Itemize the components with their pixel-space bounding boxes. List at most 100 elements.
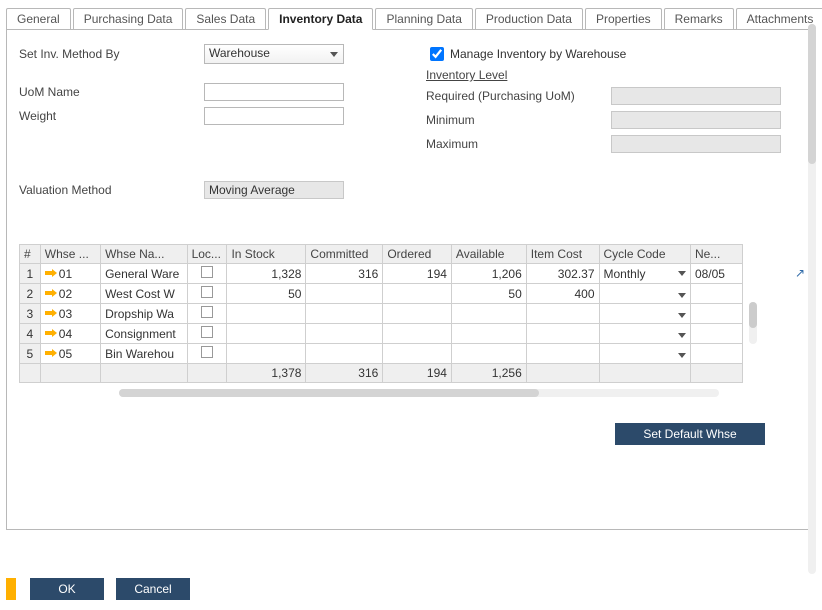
locked-checkbox[interactable] [201,306,213,318]
table-row[interactable]: 101General Ware1,3283161941,206302.37Mon… [20,264,743,284]
link-arrow-icon[interactable] [45,329,57,339]
row-index: 2 [20,284,41,304]
tab-purchasing[interactable]: Purchasing Data [73,8,184,29]
link-arrow-icon[interactable] [45,349,57,359]
set-inv-method-select[interactable]: Warehouse [204,44,344,64]
cell-cycle-code[interactable] [599,284,690,304]
cell-next: 08/05 [690,264,742,284]
cell-in-stock [227,344,306,364]
cell-in-stock [227,304,306,324]
cell-ordered [383,344,452,364]
cell-available: 1,206 [451,264,526,284]
cell-whse-code[interactable]: 02 [40,284,100,304]
total-in-stock: 1,378 [227,364,306,383]
ok-button[interactable]: OK [30,578,104,600]
tab-sales[interactable]: Sales Data [185,8,266,29]
footer-handle-icon [6,578,16,600]
form-col-right: Manage Inventory by Warehouse Inventory … [426,44,803,204]
tab-remarks[interactable]: Remarks [664,8,734,29]
tab-planning[interactable]: Planning Data [375,8,472,29]
manage-by-whse-checkbox[interactable] [430,47,444,61]
cell-locked[interactable] [187,264,227,284]
tab-properties[interactable]: Properties [585,8,662,29]
cell-locked[interactable] [187,284,227,304]
cell-available [451,324,526,344]
cell-available: 50 [451,284,526,304]
chevron-down-icon[interactable] [678,313,686,318]
cell-ordered: 194 [383,264,452,284]
footer-buttons: OK Cancel [6,578,190,600]
col-available[interactable]: Available [451,245,526,264]
col-in-stock[interactable]: In Stock [227,245,306,264]
inventory-level-title: Inventory Level [426,68,803,82]
valuation-method-value: Moving Average [209,183,295,197]
set-default-whse-button[interactable]: Set Default Whse [615,423,765,445]
row-index: 3 [20,304,41,324]
table-row[interactable]: 303Dropship Wa [20,304,743,324]
cell-whse-code[interactable]: 05 [40,344,100,364]
link-arrow-icon[interactable] [45,289,57,299]
cell-whse-name: Bin Warehou [101,344,188,364]
link-arrow-icon[interactable] [45,269,57,279]
col-locked[interactable]: Loc... [187,245,227,264]
cell-locked[interactable] [187,304,227,324]
cell-committed [306,324,383,344]
col-ordered[interactable]: Ordered [383,245,452,264]
locked-checkbox[interactable] [201,326,213,338]
col-whse-code[interactable]: Whse ... [40,245,100,264]
cell-whse-name: West Cost W [101,284,188,304]
col-idx[interactable]: # [20,245,41,264]
tab-production[interactable]: Production Data [475,8,583,29]
cell-next [690,324,742,344]
table-v-scrollbar[interactable] [749,302,757,344]
cell-cycle-code[interactable] [599,324,690,344]
cell-whse-name: Dropship Wa [101,304,188,324]
cell-cycle-code[interactable] [599,344,690,364]
cell-in-stock: 50 [227,284,306,304]
table-row[interactable]: 202West Cost W5050400 [20,284,743,304]
table-h-scrollbar[interactable] [119,389,719,397]
locked-checkbox[interactable] [201,346,213,358]
window-v-scrollbar[interactable] [808,24,816,574]
uom-name-label: UoM Name [19,85,204,99]
chevron-down-icon[interactable] [678,293,686,298]
locked-checkbox[interactable] [201,286,213,298]
form-col-left: Set Inv. Method By Warehouse UoM Name We… [19,44,396,204]
uom-name-input[interactable] [204,83,344,101]
tab-general[interactable]: General [6,8,71,29]
cell-locked[interactable] [187,324,227,344]
inventory-tab-content: Set Inv. Method By Warehouse UoM Name We… [6,30,816,530]
inventory-window: General Purchasing Data Sales Data Inven… [0,0,822,610]
chevron-down-icon[interactable] [678,271,686,276]
cell-cycle-code[interactable]: Monthly [599,264,690,284]
col-next[interactable]: Ne... [690,245,742,264]
link-arrow-icon[interactable] [45,309,57,319]
cancel-button[interactable]: Cancel [116,578,190,600]
tab-inventory[interactable]: Inventory Data [268,8,373,30]
col-committed[interactable]: Committed [306,245,383,264]
cell-ordered [383,324,452,344]
col-cycle-code[interactable]: Cycle Code [599,245,690,264]
col-item-cost[interactable]: Item Cost [526,245,599,264]
cell-locked[interactable] [187,344,227,364]
total-available: 1,256 [451,364,526,383]
chevron-down-icon[interactable] [678,333,686,338]
table-header-row: # Whse ... Whse Na... Loc... In Stock Co… [20,245,743,264]
table-row[interactable]: 404Consignment [20,324,743,344]
col-whse-name[interactable]: Whse Na... [101,245,188,264]
cell-whse-code[interactable]: 03 [40,304,100,324]
grid-popout-icon[interactable]: ↗ [795,266,805,280]
chevron-down-icon[interactable] [678,353,686,358]
cell-whse-code[interactable]: 01 [40,264,100,284]
cell-next [690,304,742,324]
valuation-method-field: Moving Average [204,181,344,199]
cell-committed [306,304,383,324]
weight-input[interactable] [204,107,344,125]
cell-cycle-code[interactable] [599,304,690,324]
cell-next [690,284,742,304]
minimum-label: Minimum [426,113,611,127]
locked-checkbox[interactable] [201,266,213,278]
row-index: 1 [20,264,41,284]
table-row[interactable]: 505Bin Warehou [20,344,743,364]
cell-whse-code[interactable]: 04 [40,324,100,344]
